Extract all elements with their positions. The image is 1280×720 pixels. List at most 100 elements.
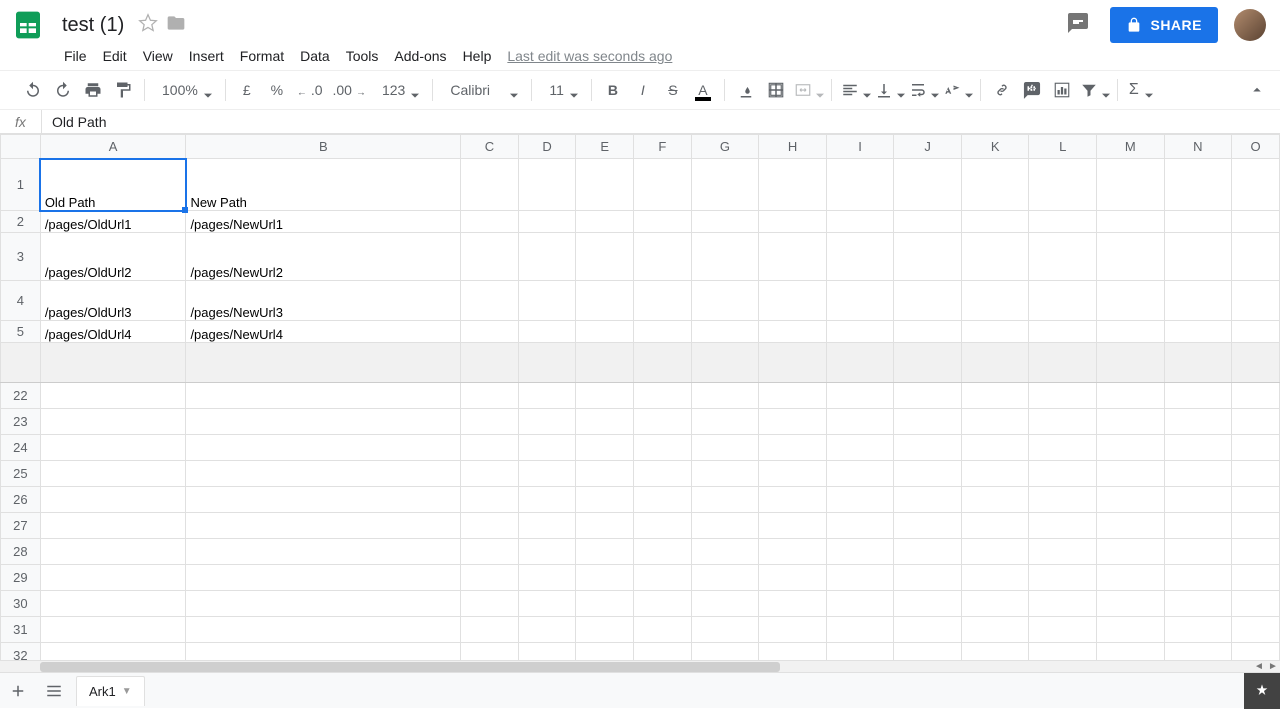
cell-L30[interactable] (1029, 591, 1097, 617)
row-header-1[interactable]: 1 (1, 159, 41, 211)
cell-J28[interactable] (894, 539, 962, 565)
last-edit-link[interactable]: Last edit was seconds ago (507, 48, 672, 64)
cell-J2[interactable] (894, 211, 962, 233)
cell-K29[interactable] (961, 565, 1029, 591)
cell-I24[interactable] (826, 435, 894, 461)
cell-I22[interactable] (826, 383, 894, 409)
cell-J25[interactable] (894, 461, 962, 487)
doc-title[interactable]: test (1) (56, 14, 130, 37)
cell-N25[interactable] (1164, 461, 1232, 487)
cell-M30[interactable] (1097, 591, 1165, 617)
cell-I26[interactable] (826, 487, 894, 513)
cell-D2[interactable] (518, 211, 576, 233)
column-header-D[interactable]: D (518, 135, 576, 159)
text-rotation-button[interactable] (943, 77, 971, 103)
vertical-align-button[interactable] (875, 77, 903, 103)
cell-E26[interactable] (576, 487, 634, 513)
row-header-24[interactable]: 24 (1, 435, 41, 461)
cell-L5[interactable] (1029, 321, 1097, 343)
cell-D30[interactable] (518, 591, 576, 617)
column-header-I[interactable]: I (826, 135, 894, 159)
cell-K32[interactable] (961, 643, 1029, 661)
cell-H25[interactable] (759, 461, 827, 487)
cell-E3[interactable] (576, 233, 634, 281)
cell-H22[interactable] (759, 383, 827, 409)
cell-O32[interactable] (1232, 643, 1280, 661)
cell-L32[interactable] (1029, 643, 1097, 661)
currency-button[interactable]: £ (235, 77, 259, 103)
cell-D25[interactable] (518, 461, 576, 487)
cell-N29[interactable] (1164, 565, 1232, 591)
cell-F28[interactable] (634, 539, 692, 565)
cell-J26[interactable] (894, 487, 962, 513)
cell-C5[interactable] (461, 321, 519, 343)
star-icon[interactable] (130, 13, 158, 38)
italic-button[interactable]: I (631, 77, 655, 103)
cell-E23[interactable] (576, 409, 634, 435)
cell-L2[interactable] (1029, 211, 1097, 233)
row-header-22[interactable]: 22 (1, 383, 41, 409)
cell-E24[interactable] (576, 435, 634, 461)
cell-O31[interactable] (1232, 617, 1280, 643)
cell-D5[interactable] (518, 321, 576, 343)
cell-C32[interactable] (461, 643, 519, 661)
cell-J24[interactable] (894, 435, 962, 461)
cell-C2[interactable] (461, 211, 519, 233)
filter-button[interactable] (1080, 77, 1108, 103)
cell-I25[interactable] (826, 461, 894, 487)
cell-B30[interactable] (186, 591, 461, 617)
cell-C28[interactable] (461, 539, 519, 565)
cell-E29[interactable] (576, 565, 634, 591)
scroll-left-button[interactable]: ◄ (1252, 661, 1266, 673)
cell-D31[interactable] (518, 617, 576, 643)
cell-I1[interactable] (826, 159, 894, 211)
decrease-decimal-button[interactable]: ←.0 (295, 77, 325, 103)
cell-D29[interactable] (518, 565, 576, 591)
cell-A27[interactable] (40, 513, 186, 539)
cell-B25[interactable] (186, 461, 461, 487)
horizontal-scrollbar[interactable]: ◄ ► (0, 660, 1280, 672)
increase-decimal-button[interactable]: .00→ (331, 77, 368, 103)
cell-H30[interactable] (759, 591, 827, 617)
menu-file[interactable]: File (56, 44, 95, 68)
share-button[interactable]: SHARE (1110, 7, 1218, 43)
column-header-E[interactable]: E (576, 135, 634, 159)
paint-format-button[interactable] (111, 77, 135, 103)
cell-F22[interactable] (634, 383, 692, 409)
cell-L24[interactable] (1029, 435, 1097, 461)
cell-N1[interactable] (1164, 159, 1232, 211)
cell-M5[interactable] (1097, 321, 1165, 343)
column-header-F[interactable]: F (634, 135, 692, 159)
cell-G31[interactable] (691, 617, 759, 643)
cell-A4[interactable]: /pages/OldUrl3 (40, 281, 186, 321)
cell-C30[interactable] (461, 591, 519, 617)
cell-N27[interactable] (1164, 513, 1232, 539)
collapse-toolbar-button[interactable] (1245, 77, 1269, 103)
cell-L26[interactable] (1029, 487, 1097, 513)
cell-G29[interactable] (691, 565, 759, 591)
borders-button[interactable] (764, 77, 788, 103)
cell-H2[interactable] (759, 211, 827, 233)
cell-G32[interactable] (691, 643, 759, 661)
cell-O5[interactable] (1232, 321, 1280, 343)
cell-O27[interactable] (1232, 513, 1280, 539)
cell-A22[interactable] (40, 383, 186, 409)
cell-F24[interactable] (634, 435, 692, 461)
row-header-28[interactable]: 28 (1, 539, 41, 565)
cell-F29[interactable] (634, 565, 692, 591)
cell-I32[interactable] (826, 643, 894, 661)
cell-A31[interactable] (40, 617, 186, 643)
row-header-23[interactable]: 23 (1, 409, 41, 435)
column-header-K[interactable]: K (961, 135, 1029, 159)
cell-G24[interactable] (691, 435, 759, 461)
cell-G3[interactable] (691, 233, 759, 281)
cell-J3[interactable] (894, 233, 962, 281)
cell-D24[interactable] (518, 435, 576, 461)
zoom-select[interactable]: 100% (154, 77, 216, 103)
cell-K23[interactable] (961, 409, 1029, 435)
cell-D23[interactable] (518, 409, 576, 435)
cell-M24[interactable] (1097, 435, 1165, 461)
formula-input[interactable]: Old Path (42, 114, 1280, 130)
cell-J30[interactable] (894, 591, 962, 617)
cell-L4[interactable] (1029, 281, 1097, 321)
